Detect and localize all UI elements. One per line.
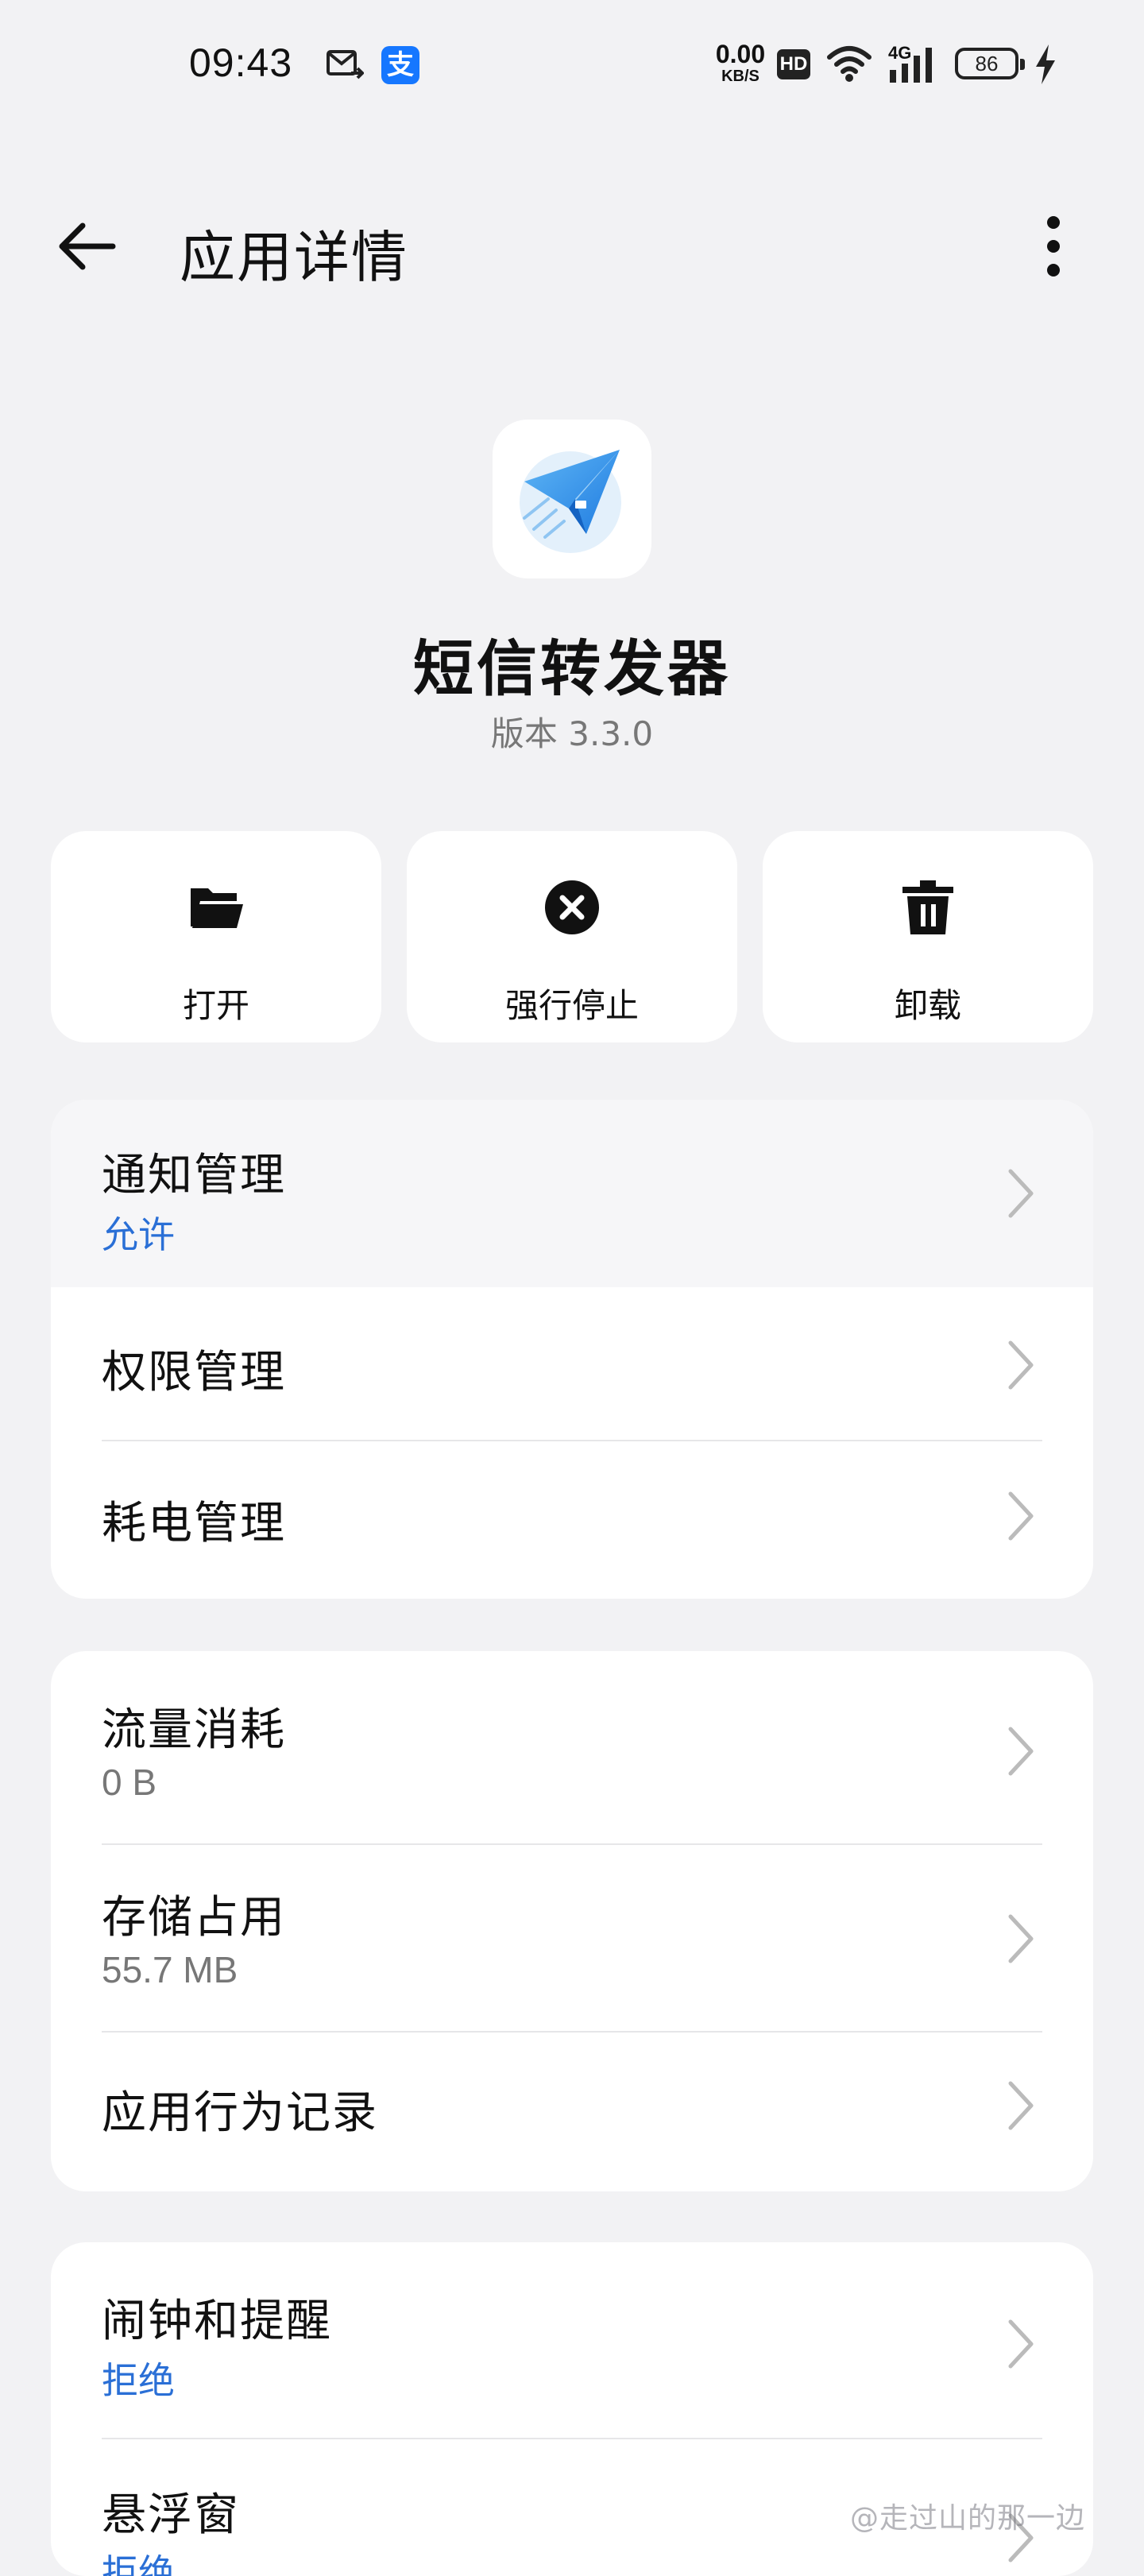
open-button[interactable]: 打开 xyxy=(51,831,381,1042)
chevron-right-icon xyxy=(1008,1340,1034,1390)
chevron-right-icon xyxy=(1008,1491,1034,1541)
chevron-right-icon xyxy=(1008,1727,1034,1776)
row-title: 通知管理 xyxy=(102,1150,286,1201)
page-title: 应用详情 xyxy=(180,225,408,290)
settings-card-1: 通知管理 允许 权限管理 耗电管理 xyxy=(51,1100,1093,1599)
more-options-icon[interactable] xyxy=(1030,215,1077,278)
alarms-reminders-row[interactable]: 闹钟和提醒 拒绝 xyxy=(51,2242,1093,2439)
paper-plane-icon xyxy=(520,450,621,553)
open-button-label: 打开 xyxy=(182,986,249,1025)
notification-management-row[interactable]: 通知管理 允许 xyxy=(51,1100,1093,1287)
close-circle-icon xyxy=(545,880,599,934)
storage-usage-row[interactable]: 存储占用 55.7 MB xyxy=(51,1845,1093,2033)
row-subtitle: 允许 xyxy=(102,1213,175,1256)
permission-management-row[interactable]: 权限管理 xyxy=(51,1287,1093,1441)
row-subtitle: 拒绝 xyxy=(102,2551,175,2576)
trash-icon xyxy=(902,880,953,934)
back-button[interactable] xyxy=(56,215,119,278)
chevron-right-icon xyxy=(1008,2319,1034,2369)
row-title: 耗电管理 xyxy=(102,1498,286,1549)
data-usage-row[interactable]: 流量消耗 0 B xyxy=(51,1651,1093,1845)
watermark: @走过山的那一边 xyxy=(850,2502,1086,2535)
battery-indicator: 86 xyxy=(955,48,1025,79)
settings-card-2: 流量消耗 0 B 存储占用 55.7 MB 应用行为记录 xyxy=(51,1651,1093,2191)
net-speed: 0.00 KB/S xyxy=(709,41,772,84)
net-speed-value: 0.00 xyxy=(715,40,766,68)
uninstall-button[interactable]: 卸载 xyxy=(763,831,1093,1042)
force-stop-button-label: 强行停止 xyxy=(504,986,639,1025)
folder-open-icon xyxy=(191,888,243,928)
row-title: 存储占用 xyxy=(102,1892,286,1944)
row-title: 权限管理 xyxy=(102,1347,286,1398)
mail-icon xyxy=(327,50,364,79)
power-management-row[interactable]: 耗电管理 xyxy=(51,1441,1093,1599)
app-behavior-log-row[interactable]: 应用行为记录 xyxy=(51,2033,1093,2191)
row-title: 闹钟和提醒 xyxy=(102,2296,332,2347)
row-title: 悬浮窗 xyxy=(102,2489,240,2541)
alipay-icon: 支 xyxy=(381,46,419,84)
row-subtitle: 拒绝 xyxy=(102,2359,175,2402)
net-speed-unit: KB/S xyxy=(721,68,759,85)
wifi-icon xyxy=(827,46,872,82)
app-icon xyxy=(493,420,651,578)
hd-badge: HD xyxy=(777,49,810,79)
row-subtitle: 55.7 MB xyxy=(102,1949,238,1990)
uninstall-button-label: 卸载 xyxy=(894,986,961,1025)
chevron-right-icon xyxy=(1008,2081,1034,2130)
status-bar: 09:43 支 0.00 KB/S HD 4G 86 xyxy=(0,0,1144,135)
chevron-right-icon xyxy=(1008,1169,1034,1218)
app-name: 短信转发器 xyxy=(413,633,731,704)
row-subtitle: 0 B xyxy=(102,1762,157,1803)
signal-icon xyxy=(890,48,932,83)
app-version: 版本 3.3.0 xyxy=(490,714,654,753)
status-time: 09:43 xyxy=(189,41,293,85)
chevron-right-icon xyxy=(1008,1914,1034,1963)
force-stop-button[interactable]: 强行停止 xyxy=(407,831,737,1042)
row-title: 应用行为记录 xyxy=(102,2087,378,2139)
charging-icon xyxy=(1036,44,1055,84)
row-title: 流量消耗 xyxy=(102,1704,286,1756)
